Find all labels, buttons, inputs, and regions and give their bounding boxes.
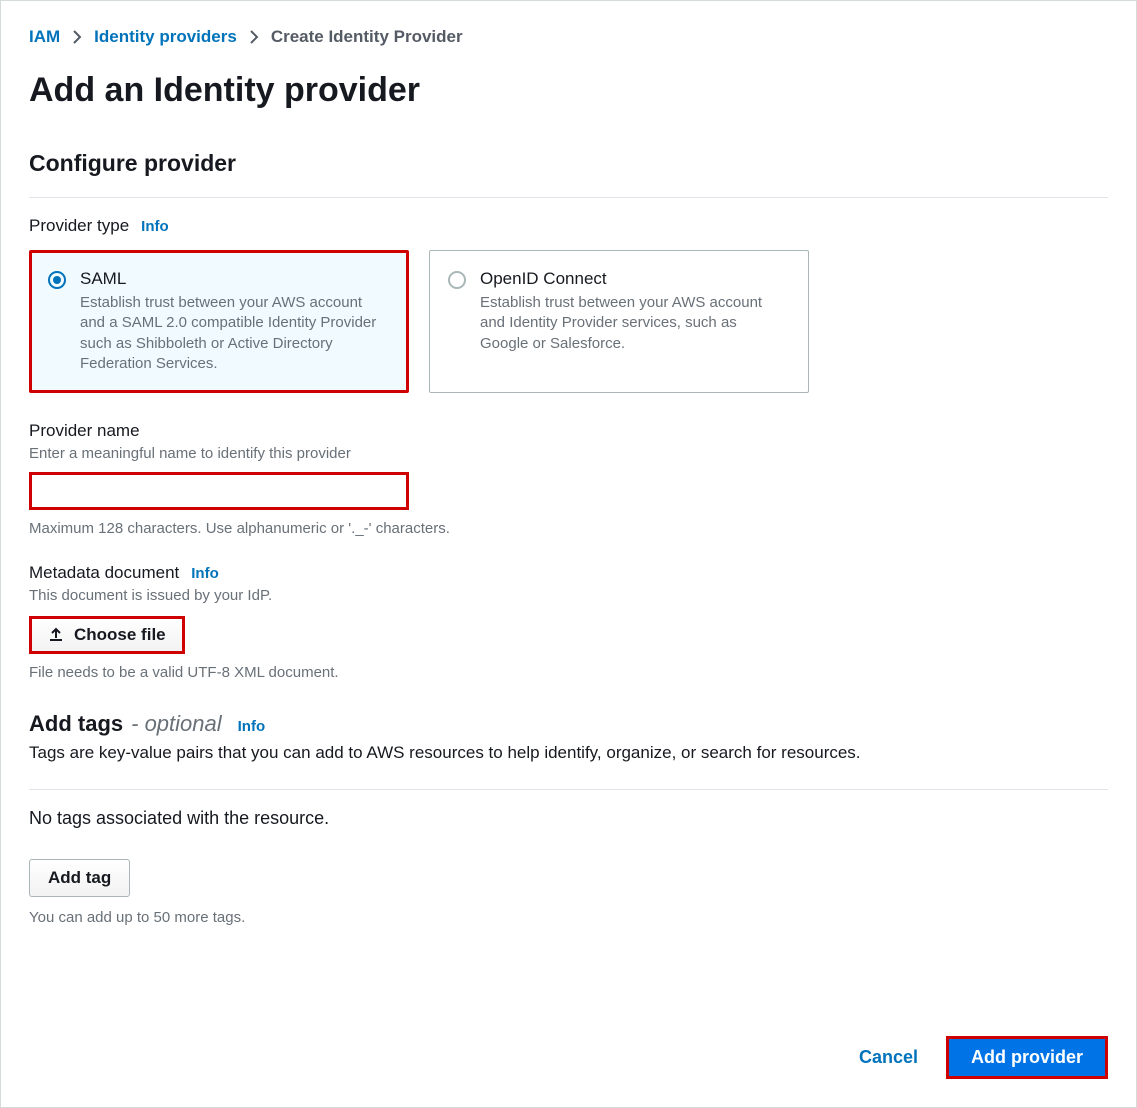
- tags-hint: You can add up to 50 more tags.: [29, 909, 1108, 926]
- provider-type-label-row: Provider type Info: [29, 216, 1108, 236]
- metadata-hint: File needs to be a valid UTF-8 XML docum…: [29, 664, 1108, 681]
- provider-name-sub: Enter a meaningful name to identify this…: [29, 445, 1108, 462]
- divider: [29, 789, 1108, 790]
- card-title-saml: SAML: [80, 269, 388, 289]
- page-title: Add an Identity provider: [29, 71, 1108, 110]
- provider-type-label: Provider type: [29, 216, 129, 236]
- choose-file-button[interactable]: Choose file: [29, 616, 185, 654]
- metadata-label: Metadata document: [29, 563, 179, 583]
- breadcrumb-current: Create Identity Provider: [271, 27, 463, 47]
- chevron-right-icon: [249, 30, 259, 44]
- card-body: OpenID Connect Establish trust between y…: [480, 269, 788, 354]
- breadcrumb-iam[interactable]: IAM: [29, 27, 60, 47]
- provider-type-card-saml[interactable]: SAML Establish trust between your AWS ac…: [29, 250, 409, 393]
- choose-file-label: Choose file: [74, 625, 166, 645]
- provider-name-hint: Maximum 128 characters. Use alphanumeric…: [29, 520, 1108, 537]
- provider-type-info-link[interactable]: Info: [141, 218, 169, 235]
- divider: [29, 197, 1108, 198]
- metadata-field: Metadata document Info This document is …: [29, 563, 1108, 681]
- card-title-oidc: OpenID Connect: [480, 269, 788, 289]
- tags-optional: - optional: [131, 711, 222, 737]
- add-provider-button[interactable]: Add provider: [946, 1036, 1108, 1079]
- footer-actions: Cancel Add provider: [859, 1036, 1108, 1079]
- tags-empty: No tags associated with the resource.: [29, 808, 1108, 829]
- provider-type-options: SAML Establish trust between your AWS ac…: [29, 250, 1108, 393]
- chevron-right-icon: [72, 30, 82, 44]
- card-desc-saml: Establish trust between your AWS account…: [80, 293, 388, 374]
- card-body: SAML Establish trust between your AWS ac…: [80, 269, 388, 374]
- tags-desc: Tags are key-value pairs that you can ad…: [29, 743, 1108, 763]
- breadcrumb-identity-providers[interactable]: Identity providers: [94, 27, 237, 47]
- add-tag-button[interactable]: Add tag: [29, 859, 130, 897]
- radio-oidc[interactable]: [448, 271, 466, 289]
- metadata-info-link[interactable]: Info: [191, 565, 219, 582]
- page-container: IAM Identity providers Create Identity P…: [0, 0, 1137, 1108]
- provider-name-label: Provider name: [29, 421, 140, 441]
- tags-title: Add tags: [29, 711, 123, 737]
- configure-heading: Configure provider: [29, 150, 1108, 177]
- provider-name-field: Provider name Enter a meaningful name to…: [29, 421, 1108, 537]
- breadcrumb: IAM Identity providers Create Identity P…: [29, 27, 1108, 47]
- provider-type-card-oidc[interactable]: OpenID Connect Establish trust between y…: [429, 250, 809, 393]
- upload-icon: [48, 627, 64, 643]
- cancel-button[interactable]: Cancel: [859, 1047, 918, 1068]
- metadata-sub: This document is issued by your IdP.: [29, 587, 1108, 604]
- card-desc-oidc: Establish trust between your AWS account…: [480, 293, 788, 354]
- tags-heading: Add tags - optional Info: [29, 711, 1108, 737]
- radio-saml[interactable]: [48, 271, 66, 289]
- tags-info-link[interactable]: Info: [238, 718, 266, 735]
- provider-name-input[interactable]: [29, 472, 409, 510]
